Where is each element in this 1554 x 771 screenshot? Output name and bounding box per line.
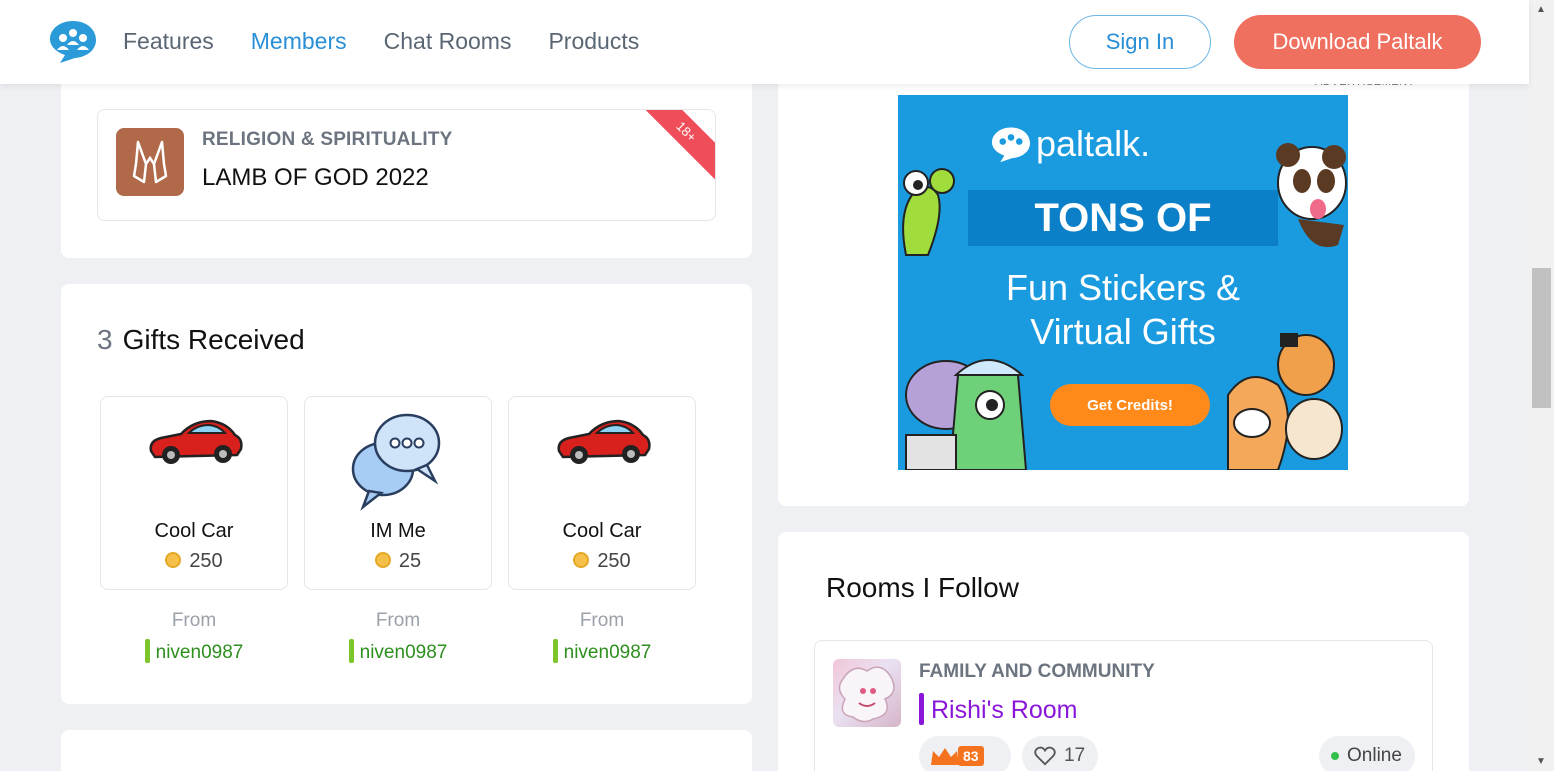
gift-sender-link[interactable]: niven0987 — [100, 639, 288, 664]
page-scrollbar[interactable]: ▲ ▼ — [1529, 0, 1554, 771]
room-category: RELIGION & SPIRITUALITY — [202, 129, 453, 150]
advertisement-banner[interactable]: paltalk. TONS OF Fun Stickers & Virtual … — [898, 95, 1348, 470]
room-status: Online — [1319, 736, 1415, 771]
main-nav: Features Members Chat Rooms Products — [123, 28, 639, 55]
paltalk-logo-icon — [992, 127, 1030, 163]
rank-value: 83 — [958, 746, 984, 766]
snail-sticker-icon — [902, 168, 955, 256]
gift-sender-link[interactable]: niven0987 — [304, 639, 492, 664]
nav-members[interactable]: Members — [251, 28, 347, 55]
paltalk-logo-icon[interactable] — [48, 18, 98, 64]
coin-icon — [165, 552, 182, 568]
gift-card[interactable]: Cool Car 250 — [100, 396, 288, 590]
followed-room-item[interactable]: FAMILY AND COMMUNITY Rishi's Room 83 17 … — [814, 640, 1433, 771]
crown-icon — [931, 748, 959, 765]
gifts-title: Gifts Received — [122, 324, 305, 355]
heart-icon — [1034, 746, 1056, 766]
gift-card[interactable]: Cool Car 250 — [508, 396, 696, 590]
get-credits-button[interactable]: Get Credits! — [1050, 384, 1210, 426]
car-icon — [149, 419, 243, 464]
nav-features[interactable]: Features — [123, 28, 214, 55]
gifts-received-heading: 3 Gifts Received — [97, 324, 305, 356]
likes-count: 17 — [1064, 745, 1086, 766]
gifts-count: 3 — [97, 324, 113, 355]
status-text: Online — [1347, 745, 1402, 766]
next-section-card — [61, 730, 752, 771]
room-name-link[interactable]: Rishi's Room — [919, 693, 1077, 725]
gift-name: Cool Car — [154, 520, 234, 542]
car-icon — [557, 419, 651, 464]
nav-products[interactable]: Products — [548, 28, 639, 55]
robot-monster-stickers-icon — [905, 359, 1028, 470]
download-paltalk-button[interactable]: Download Paltalk — [1234, 15, 1481, 69]
nav-chat-rooms[interactable]: Chat Rooms — [384, 28, 512, 55]
gift-name: Cool Car — [562, 520, 642, 542]
gift-sender-link[interactable]: niven0987 — [508, 639, 696, 664]
room-name[interactable]: LAMB OF GOD 2022 — [202, 164, 429, 192]
praying-hands-icon — [116, 128, 184, 196]
room-rank-badge: 83 — [919, 736, 1011, 771]
room-likes[interactable]: 17 — [1022, 736, 1098, 771]
dog-cat-stickers-icon — [1227, 333, 1343, 470]
rooms-i-follow-heading: Rooms I Follow — [826, 572, 1019, 603]
scroll-up-arrow-icon[interactable]: ▲ — [1536, 4, 1546, 15]
rooms-card: RELIGION & SPIRITUALITY LAMB OF GOD 2022… — [61, 84, 752, 258]
panda-sticker-icon — [1276, 143, 1347, 248]
scroll-down-arrow-icon[interactable]: ▼ — [1536, 756, 1546, 767]
rooms-i-follow-card: Rooms I Follow FAMILY AND COMMUNITY Rish… — [778, 532, 1469, 771]
coin-icon — [573, 552, 590, 568]
coin-icon — [374, 552, 391, 568]
adult-content-badge: 18+ — [637, 110, 715, 181]
gift-from-label: From — [375, 610, 421, 631]
gift-price: 250 — [101, 550, 287, 573]
room-avatar — [833, 659, 901, 727]
room-item[interactable]: RELIGION & SPIRITUALITY LAMB OF GOD 2022… — [97, 109, 716, 221]
ad-brand-text: paltalk. — [1036, 123, 1151, 164]
gift-price: 25 — [305, 550, 491, 573]
gift-price: 250 — [509, 550, 695, 573]
gift-card[interactable]: IM Me 25 — [304, 396, 492, 590]
sign-in-button[interactable]: Sign In — [1069, 15, 1211, 69]
top-navigation-bar: Features Members Chat Rooms Products Sig… — [0, 0, 1529, 84]
online-dot-icon — [1331, 752, 1339, 760]
scrollbar-thumb[interactable] — [1532, 268, 1551, 408]
gifts-received-card: 3 Gifts Received Cool Car 250 From niven0… — [61, 284, 752, 704]
gift-name: IM Me — [370, 520, 426, 542]
room-category: FAMILY AND COMMUNITY — [919, 661, 1155, 682]
gift-from-label: From — [171, 610, 217, 631]
ad-subline-1: Fun Stickers & — [1005, 267, 1241, 308]
gift-from-label: From — [579, 610, 625, 631]
advertisement-card: ADVERTISEMENT paltalk. TONS OF Fun Stick… — [778, 76, 1469, 506]
chat-bubbles-icon — [351, 413, 441, 511]
